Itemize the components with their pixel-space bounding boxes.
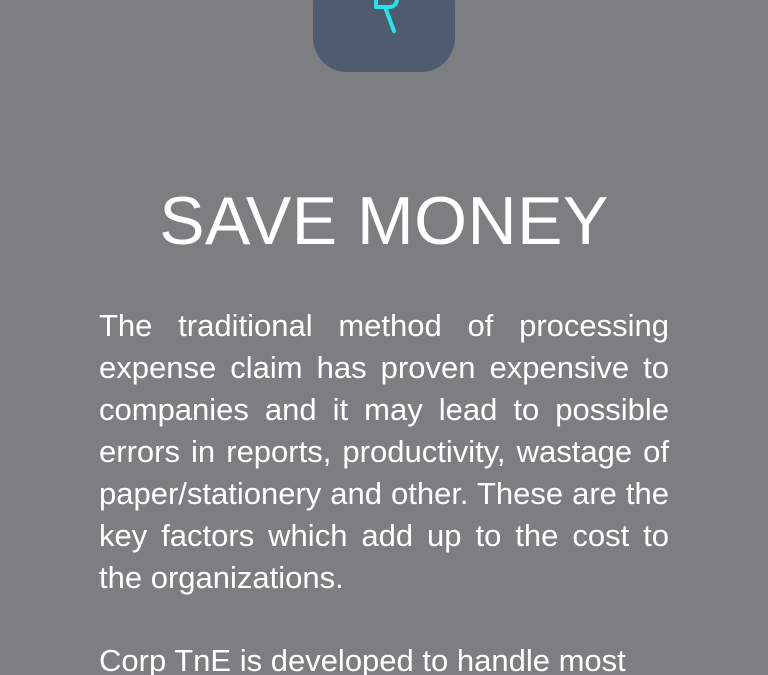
brand-logo-icon — [374, 0, 399, 33]
description-paragraph-continued: Corp TnE is developed to handle most — [99, 643, 626, 675]
page-title: SAVE MONEY — [159, 183, 609, 259]
description-paragraph: The traditional method of processing exp… — [99, 308, 669, 595]
logo-badge — [313, 0, 455, 72]
